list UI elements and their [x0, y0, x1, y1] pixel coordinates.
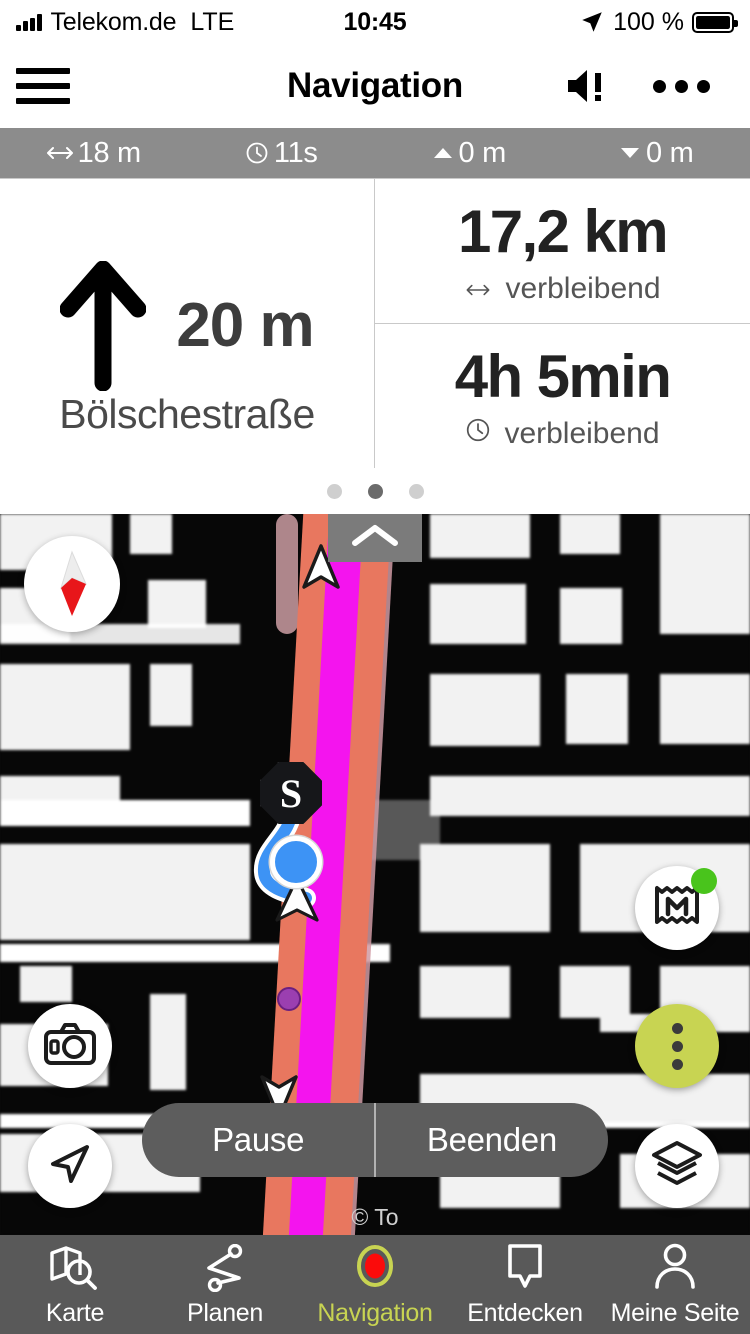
tab-label: Planen: [186, 1298, 264, 1327]
locate-me-button[interactable]: [28, 1124, 112, 1208]
remaining-distance-label: verbleibend: [505, 271, 661, 305]
map-layers-icon: [650, 1139, 704, 1194]
tab-label: Navigation: [317, 1298, 433, 1327]
remaining-distance-card: 17,2 km verbleibend: [375, 179, 750, 323]
camera-icon: [43, 1022, 97, 1071]
tab-label: Karte: [45, 1298, 105, 1327]
map-view[interactable]: S Pause Beenden © To: [0, 514, 750, 1235]
maneuver-distance: 20 m: [176, 291, 314, 360]
stop-button[interactable]: Beenden: [376, 1103, 608, 1177]
metric-value: 18 m: [77, 136, 142, 169]
next-maneuver-card: 20 m Bölschestraße: [0, 179, 375, 468]
guidebook-button[interactable]: [635, 866, 719, 950]
start-marker[interactable]: S: [260, 762, 322, 824]
panel-page-indicator[interactable]: [0, 468, 750, 514]
battery-full-icon: [692, 11, 738, 33]
remaining-time-value: 4h 5min: [454, 342, 672, 410]
page-dot[interactable]: [408, 483, 424, 499]
route-plan-icon: [201, 1242, 249, 1292]
horizontal-arrows-icon: [46, 144, 73, 162]
waypoint-dot-icon[interactable]: [277, 987, 301, 1011]
route-ghost-segment: [276, 514, 298, 634]
map-pin-icon: [502, 1242, 548, 1292]
street-name-label: Bölschestraße: [59, 391, 315, 437]
map-search-icon: [48, 1242, 102, 1292]
tab-karte[interactable]: Karte: [0, 1242, 150, 1328]
person-icon: [652, 1242, 698, 1292]
bottom-tab-bar: Karte Planen Navigation Entdecken Meine …: [0, 1235, 750, 1334]
metric-ascent: 0 m: [375, 137, 563, 170]
metric-value: 0 m: [458, 136, 507, 169]
attribution-label: © To: [351, 1204, 399, 1230]
remaining-time-card: 4h 5min verbleibend: [375, 323, 750, 468]
map-overflow-button[interactable]: [635, 1004, 719, 1088]
battery-percent-label: 100 %: [613, 7, 684, 36]
tab-meine-seite[interactable]: Meine Seite: [600, 1242, 750, 1328]
tab-label: Entdecken: [467, 1298, 583, 1327]
triangle-up-icon: [432, 145, 454, 161]
tab-planen[interactable]: Planen: [150, 1242, 300, 1328]
tab-label: Meine Seite: [610, 1298, 740, 1327]
page-dot-active[interactable]: [367, 483, 383, 499]
navigation-controls: Pause Beenden: [142, 1103, 608, 1177]
app-bar-actions: [565, 66, 750, 106]
current-position-dot: [270, 836, 322, 888]
panel-expand-handle[interactable]: [328, 514, 422, 562]
trip-metrics-strip: 18 m 11s 0 m 0 m: [0, 128, 750, 178]
metric-descent: 0 m: [563, 137, 750, 170]
speaker-alert-icon[interactable]: [565, 66, 609, 106]
pause-button[interactable]: Pause: [142, 1103, 374, 1177]
tab-navigation[interactable]: Navigation: [300, 1242, 450, 1328]
app-screen: Telekom.de LTE 10:45 100 % Navigation 18…: [0, 0, 750, 1334]
trip-summary-cards: 17,2 km verbleibend 4h 5min verbleibend: [375, 179, 750, 468]
start-marker-label: S: [260, 762, 322, 824]
remaining-time-sub: verbleibend: [465, 416, 660, 451]
status-bar-right: 100 %: [579, 7, 738, 37]
app-bar: Navigation: [0, 44, 750, 128]
metric-value: 0 m: [646, 136, 694, 169]
maneuver-row: 20 m: [60, 260, 315, 391]
clock-icon: [465, 417, 491, 451]
notification-badge: [691, 868, 717, 894]
triangle-down-icon: [619, 145, 641, 161]
map-attribution: © To: [351, 1204, 398, 1231]
page-dot[interactable]: [326, 483, 342, 499]
metric-elapsed-time: 11s: [188, 137, 376, 170]
guidance-panel[interactable]: 20 m Bölschestraße 17,2 km verbleibend 4…: [0, 178, 750, 468]
remaining-distance-value: 17,2 km: [458, 197, 669, 265]
divider: [374, 1103, 376, 1177]
remaining-time-label: verbleibend: [504, 416, 660, 450]
status-bar: Telekom.de LTE 10:45 100 %: [0, 0, 750, 44]
location-arrow-icon: [579, 9, 605, 35]
metric-value: 11s: [273, 136, 318, 169]
map-layers-button[interactable]: [635, 1124, 719, 1208]
record-navigation-icon: [352, 1242, 398, 1292]
navigation-arrow-icon: [47, 1141, 93, 1192]
chevron-up-icon: [349, 521, 401, 556]
clock-icon: [245, 141, 269, 165]
remaining-distance-sub: verbleibend: [464, 271, 661, 306]
hamburger-menu-icon[interactable]: [0, 44, 86, 128]
arrow-straight-up-icon: [60, 260, 147, 391]
camera-button[interactable]: [28, 1004, 112, 1088]
more-horizontal-icon[interactable]: [653, 79, 710, 93]
horizontal-arrows-icon: [464, 272, 492, 306]
tab-entdecken[interactable]: Entdecken: [450, 1242, 600, 1328]
compass-icon[interactable]: [24, 536, 120, 632]
metric-distance-travelled: 18 m: [0, 137, 188, 170]
more-vertical-icon: [671, 1019, 683, 1073]
